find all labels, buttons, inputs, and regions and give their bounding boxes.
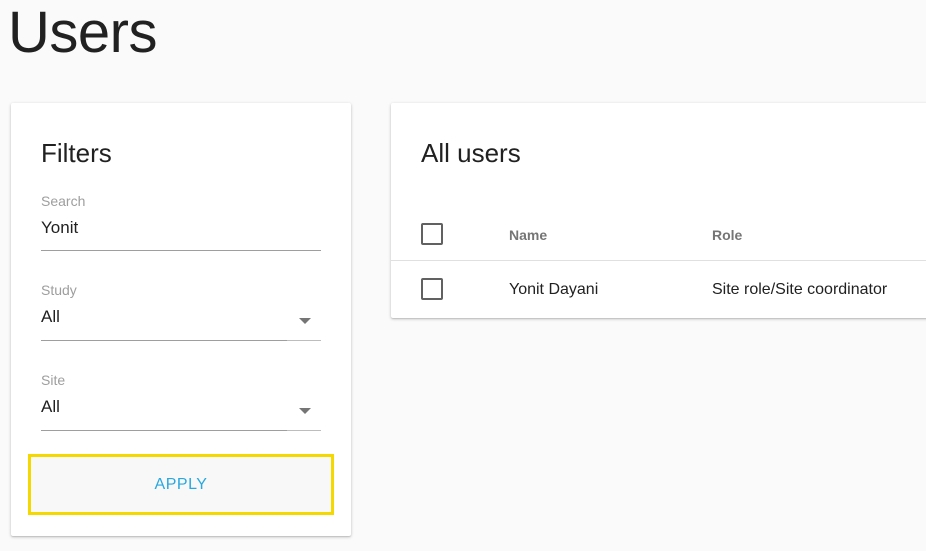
apply-button-highlight: APPLY [28,454,334,515]
column-header-name[interactable]: Name [509,226,547,244]
study-value[interactable]: All [41,306,321,328]
site-label: Site [41,372,66,388]
users-table-title: All users [421,138,521,168]
site-underline [41,430,287,431]
row-checkbox[interactable] [421,278,443,300]
chevron-down-icon[interactable] [299,408,311,414]
study-underline-tail [287,340,321,341]
site-value[interactable]: All [41,396,321,418]
site-underline-tail [287,430,321,431]
user-role-cell: Site role/Site coordinator [712,281,888,298]
search-input[interactable]: Yonit [41,217,321,239]
filters-title: Filters [41,138,112,168]
table-row[interactable]: Yonit Dayani Site role/Site coordinator [391,261,926,318]
select-all-checkbox[interactable] [421,223,443,245]
study-select[interactable]: Study All [41,282,321,344]
filters-panel: Filters Search Yonit Study All Site All … [11,103,351,536]
search-field[interactable]: Search Yonit [41,193,321,253]
page-title: Users [8,0,157,65]
users-table-card: All users Name Role Yonit Dayani Site ro… [391,103,926,318]
search-label: Search [41,193,86,209]
table-header-row: Name Role [391,208,926,261]
chevron-down-icon[interactable] [299,318,311,324]
apply-button[interactable]: APPLY [31,457,331,512]
search-underline [41,250,321,251]
column-header-role[interactable]: Role [712,226,742,244]
study-label: Study [41,282,77,298]
user-name-cell: Yonit Dayani [509,281,599,298]
study-underline [41,340,287,341]
site-select[interactable]: Site All [41,372,321,434]
